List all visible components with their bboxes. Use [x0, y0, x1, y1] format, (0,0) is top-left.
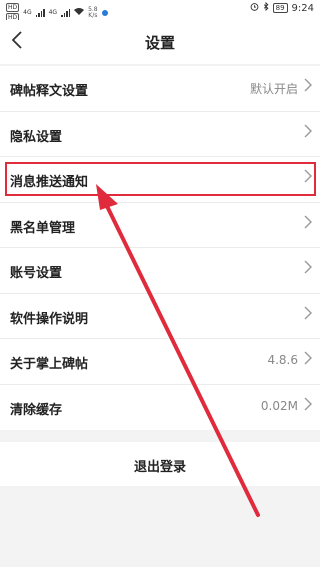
setting-label: 清除缓存	[10, 402, 63, 418]
chevron-right-icon	[304, 306, 312, 323]
alarm-icon	[250, 2, 259, 14]
setting-row-instructions[interactable]: 软件操作说明	[0, 294, 320, 339]
setting-row-blacklist[interactable]: 黑名单管理	[0, 203, 320, 248]
setting-label: 账号设置	[10, 266, 63, 281]
setting-row-inscription[interactable]: 碑帖释文设置 默认开启	[0, 66, 320, 112]
signal-icon	[35, 8, 45, 17]
chevron-right-icon	[304, 260, 312, 277]
chevron-right-icon	[304, 397, 312, 414]
network-speed: 5.8 K/s	[88, 6, 98, 19]
network-gen-2: 4G	[48, 9, 58, 16]
bluetooth-icon	[263, 1, 269, 14]
chevron-right-icon	[304, 169, 312, 186]
chevron-right-icon	[304, 215, 312, 232]
nav-bar: 设置	[0, 20, 320, 64]
setting-label: 黑名单管理	[10, 220, 76, 236]
logout-button[interactable]: 退出登录	[0, 442, 320, 486]
setting-value: 0.02M	[260, 398, 298, 413]
battery-icon: 89	[272, 3, 288, 13]
page-title: 设置	[144, 34, 175, 52]
status-bar: HD HD 4G 4G 5.8 K/s 89 9:24	[0, 0, 320, 22]
speed-unit: K/s	[88, 11, 98, 19]
hd-badge-1: HD	[6, 3, 20, 12]
setting-label: 关于掌上碑帖	[10, 357, 89, 372]
chevron-right-icon	[304, 351, 312, 368]
setting-value: 4.8.6	[267, 353, 298, 367]
signal-icon-2	[61, 8, 71, 17]
logout-label: 退出登录	[133, 460, 186, 475]
notification-dot-icon	[101, 9, 108, 16]
wifi-icon	[74, 7, 85, 18]
network-gen-1: 4G	[23, 9, 32, 16]
chevron-right-icon	[304, 124, 312, 141]
setting-row-about[interactable]: 关于掌上碑帖 4.8.6	[0, 339, 320, 385]
setting-row-account[interactable]: 账号设置	[0, 248, 320, 294]
setting-row-privacy[interactable]: 隐私设置	[0, 112, 320, 157]
setting-label: 软件操作说明	[10, 311, 89, 327]
chevron-right-icon	[304, 78, 312, 95]
status-time: 9:24	[291, 2, 314, 14]
status-right: 89 9:24	[250, 1, 314, 14]
settings-list: 碑帖释文设置 默认开启 隐私设置 消息推送通知 黑名单管理 账号设置 软件操作说…	[0, 66, 320, 430]
setting-row-clear-cache[interactable]: 清除缓存 0.02M	[0, 385, 320, 431]
setting-label: 碑帖释文设置	[10, 84, 89, 99]
setting-value: 默认开启	[249, 82, 298, 96]
setting-label: 消息推送通知	[10, 175, 89, 190]
setting-label: 隐私设置	[10, 129, 63, 145]
setting-row-push-notifications[interactable]: 消息推送通知	[0, 157, 320, 203]
